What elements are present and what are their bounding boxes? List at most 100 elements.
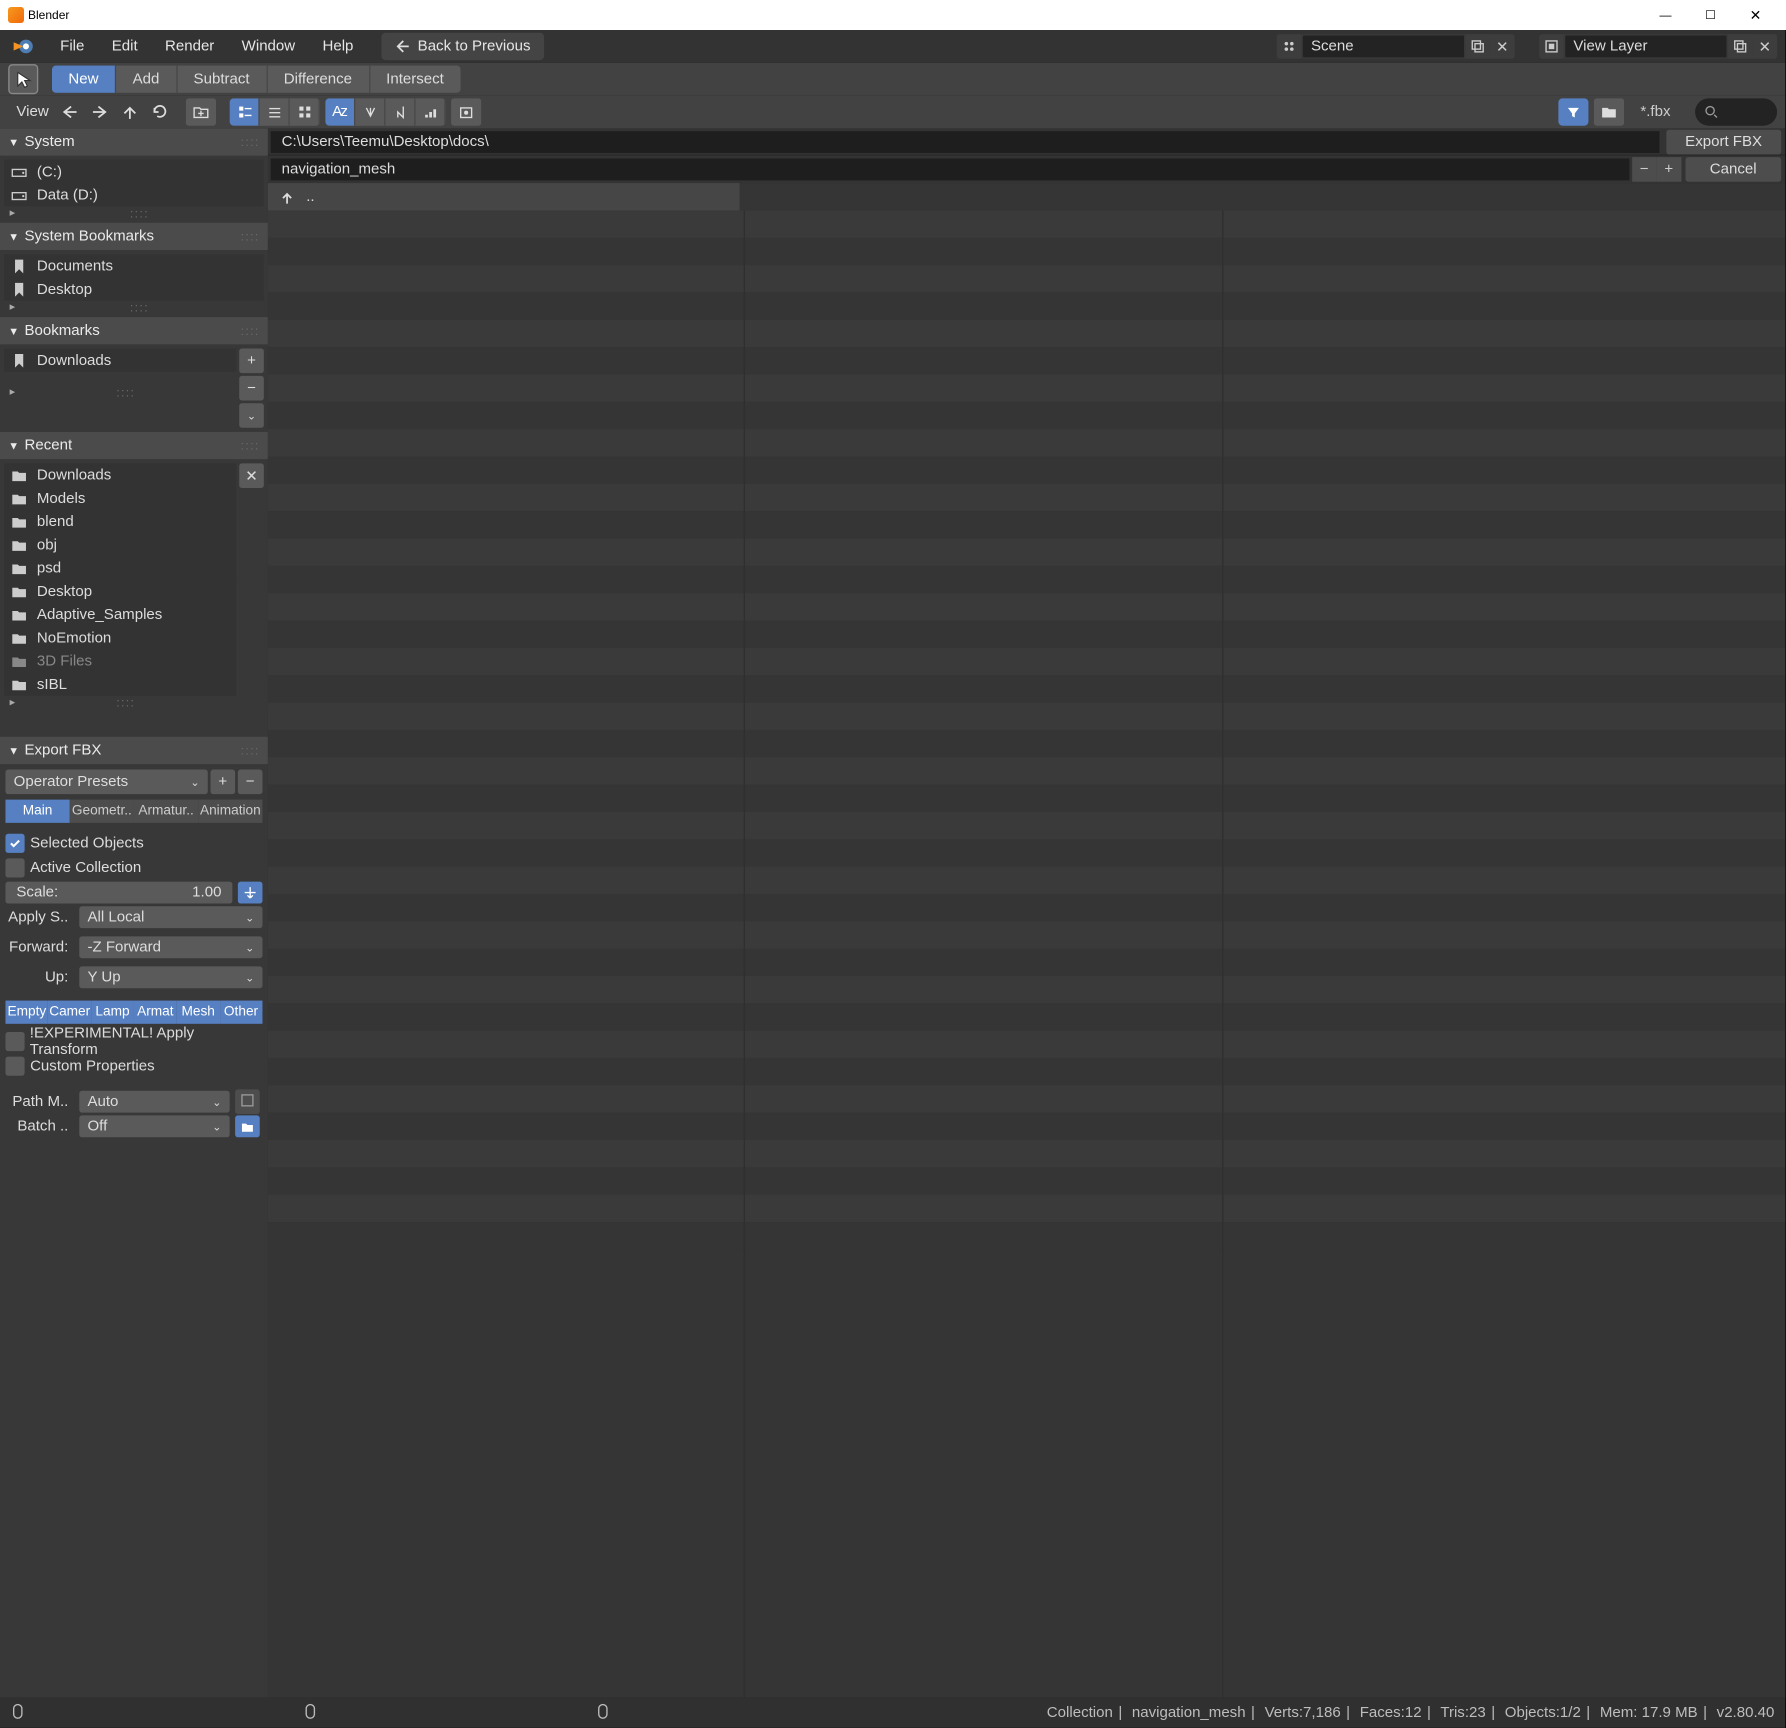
recent-item[interactable]: 3D Files bbox=[4, 649, 236, 672]
sort-time-icon[interactable] bbox=[385, 98, 415, 125]
filename-decrement-button[interactable]: − bbox=[1632, 157, 1657, 182]
display-list-long-icon[interactable] bbox=[260, 98, 290, 125]
expand-arrow-icon[interactable]: ▸ bbox=[4, 385, 15, 397]
export-tab-armature[interactable]: Armatur.. bbox=[134, 800, 198, 823]
expand-arrow-icon[interactable]: ▸ bbox=[4, 206, 15, 218]
bookmark-menu-button[interactable]: ⌄ bbox=[239, 403, 264, 428]
directory-path-input[interactable] bbox=[271, 130, 1660, 152]
sort-alpha-icon[interactable]: Az bbox=[325, 98, 355, 125]
recent-item[interactable]: Adaptive_Samples bbox=[4, 603, 236, 626]
bookmark-remove-button[interactable]: − bbox=[239, 376, 264, 401]
apply-unit-icon[interactable] bbox=[238, 882, 263, 904]
bool-intersect-button[interactable]: Intersect bbox=[370, 66, 460, 93]
export-tab-geometry[interactable]: Geometr.. bbox=[70, 800, 134, 823]
parent-directory-row[interactable]: .. bbox=[268, 183, 740, 210]
sysbookmark-desktop[interactable]: Desktop bbox=[4, 277, 264, 300]
nav-forward-icon[interactable] bbox=[85, 98, 115, 125]
recent-item[interactable]: psd bbox=[4, 556, 236, 579]
expand-arrow-icon[interactable]: ▸ bbox=[4, 301, 15, 313]
filter-folder-icon[interactable] bbox=[1594, 98, 1624, 125]
window-maximize-button[interactable]: ☐ bbox=[1688, 0, 1733, 30]
type-camera-toggle[interactable]: Camer bbox=[48, 1001, 91, 1024]
menu-help[interactable]: Help bbox=[309, 30, 367, 63]
window-close-button[interactable]: ✕ bbox=[1733, 0, 1778, 30]
expand-arrow-icon[interactable]: ▸ bbox=[4, 696, 15, 708]
embed-textures-icon[interactable] bbox=[235, 1089, 260, 1114]
display-thumbnails-icon[interactable] bbox=[290, 98, 320, 125]
nav-up-icon[interactable] bbox=[115, 98, 145, 125]
sort-ext-icon[interactable] bbox=[355, 98, 385, 125]
type-armature-toggle[interactable]: Armat bbox=[134, 1001, 177, 1024]
scale-number-field[interactable]: Scale: 1.00 bbox=[5, 882, 232, 904]
menu-render[interactable]: Render bbox=[151, 30, 228, 63]
recent-item[interactable]: sIBL bbox=[4, 672, 236, 695]
panel-header-bookmarks[interactable]: ▼ Bookmarks :::: bbox=[0, 317, 268, 344]
bookmark-add-button[interactable]: + bbox=[239, 349, 264, 374]
panel-header-recent[interactable]: ▼ Recent :::: bbox=[0, 432, 268, 459]
preset-add-button[interactable]: + bbox=[211, 770, 236, 795]
menu-file[interactable]: File bbox=[46, 30, 98, 63]
viewlayer-name-input[interactable] bbox=[1564, 34, 1728, 59]
recent-item[interactable]: NoEmotion bbox=[4, 626, 236, 649]
type-lamp-toggle[interactable]: Lamp bbox=[91, 1001, 134, 1024]
export-fbx-button[interactable]: Export FBX bbox=[1666, 129, 1781, 154]
viewlayer-browse-icon[interactable] bbox=[1539, 34, 1564, 59]
scene-name-input[interactable] bbox=[1301, 34, 1465, 59]
menu-window[interactable]: Window bbox=[228, 30, 309, 63]
create-folder-icon[interactable] bbox=[186, 98, 216, 125]
panel-header-system-bookmarks[interactable]: ▼ System Bookmarks :::: bbox=[0, 223, 268, 250]
path-mode-dropdown[interactable]: Auto⌄ bbox=[79, 1091, 229, 1113]
panel-header-system[interactable]: ▼ System :::: bbox=[0, 128, 268, 155]
scene-browse-icon[interactable] bbox=[1277, 34, 1302, 59]
recent-clear-button[interactable]: ✕ bbox=[239, 463, 264, 488]
bool-difference-button[interactable]: Difference bbox=[267, 66, 369, 93]
filename-input[interactable] bbox=[271, 158, 1629, 180]
bookmark-downloads[interactable]: Downloads bbox=[4, 349, 236, 372]
type-empty-toggle[interactable]: Empty bbox=[5, 1001, 48, 1024]
recent-item[interactable]: Models bbox=[4, 487, 236, 510]
up-axis-dropdown[interactable]: Y Up⌄ bbox=[79, 966, 262, 988]
nav-refresh-icon[interactable] bbox=[145, 98, 175, 125]
recent-item[interactable]: Downloads bbox=[4, 463, 236, 486]
preset-remove-button[interactable]: − bbox=[238, 770, 263, 795]
filter-toggle-icon[interactable] bbox=[1558, 98, 1588, 125]
bool-new-button[interactable]: New bbox=[52, 66, 116, 93]
scene-copy-button[interactable] bbox=[1465, 34, 1490, 59]
show-hidden-icon[interactable] bbox=[451, 98, 481, 125]
display-list-short-icon[interactable] bbox=[230, 98, 260, 125]
search-input[interactable] bbox=[1695, 98, 1777, 125]
operator-presets-dropdown[interactable]: Operator Presets ⌄ bbox=[5, 770, 207, 795]
filename-increment-button[interactable]: + bbox=[1656, 157, 1681, 182]
blender-logo-icon[interactable] bbox=[8, 31, 38, 61]
export-tab-main[interactable]: Main bbox=[5, 800, 69, 823]
bool-subtract-button[interactable]: Subtract bbox=[177, 66, 267, 93]
panel-header-export-fbx[interactable]: ▼ Export FBX :::: bbox=[0, 737, 268, 764]
viewlayer-delete-button[interactable]: ✕ bbox=[1752, 34, 1777, 59]
apply-scale-dropdown[interactable]: All Local⌄ bbox=[79, 906, 262, 928]
sort-size-icon[interactable] bbox=[416, 98, 446, 125]
nav-back-icon[interactable] bbox=[55, 98, 85, 125]
viewlayer-copy-button[interactable] bbox=[1728, 34, 1753, 59]
bool-add-button[interactable]: Add bbox=[116, 66, 177, 93]
view-menu[interactable]: View bbox=[0, 104, 55, 120]
type-other-toggle[interactable]: Other bbox=[220, 1001, 263, 1024]
volume-item-c[interactable]: (C:) bbox=[4, 160, 264, 183]
file-list[interactable]: .. document.write(Array.from({length:38}… bbox=[268, 183, 1785, 1698]
selected-objects-checkbox[interactable] bbox=[5, 834, 24, 853]
menu-edit[interactable]: Edit bbox=[98, 30, 151, 63]
volume-item-d[interactable]: Data (D:) bbox=[4, 183, 264, 206]
window-minimize-button[interactable]: — bbox=[1643, 0, 1688, 30]
active-collection-checkbox[interactable] bbox=[5, 858, 24, 877]
cancel-button[interactable]: Cancel bbox=[1685, 157, 1781, 182]
sysbookmark-documents[interactable]: Documents bbox=[4, 254, 264, 277]
cursor-tool-icon[interactable] bbox=[8, 64, 38, 94]
recent-item[interactable]: Desktop bbox=[4, 580, 236, 603]
file-extension-filter[interactable]: *.fbx bbox=[1629, 104, 1681, 120]
recent-item[interactable]: blend bbox=[4, 510, 236, 533]
back-to-previous-button[interactable]: Back to Previous bbox=[381, 33, 544, 60]
export-tab-animation[interactable]: Animation bbox=[198, 800, 262, 823]
forward-axis-dropdown[interactable]: -Z Forward⌄ bbox=[79, 936, 262, 958]
scene-delete-button[interactable]: ✕ bbox=[1490, 34, 1515, 59]
batch-own-dir-icon[interactable]: + bbox=[235, 1115, 260, 1137]
type-mesh-toggle[interactable]: Mesh bbox=[177, 1001, 220, 1024]
